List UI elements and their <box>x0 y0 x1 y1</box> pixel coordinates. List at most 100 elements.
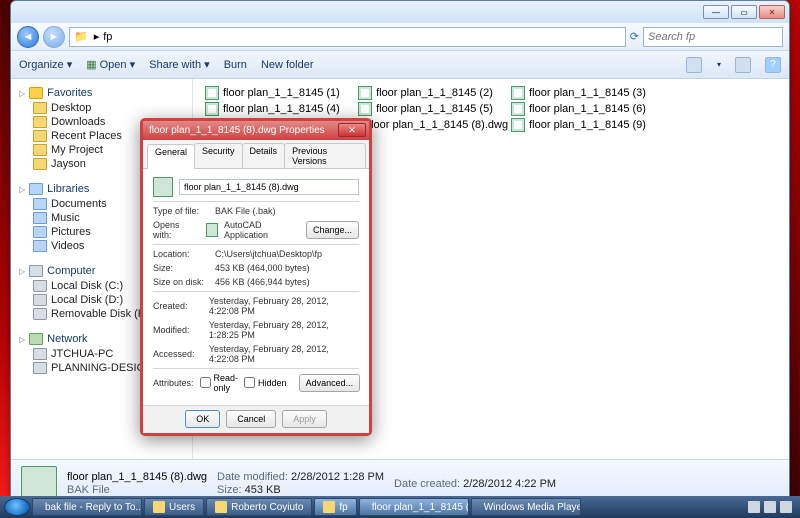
cancel-button[interactable]: Cancel <box>226 410 276 428</box>
burn-button[interactable]: Burn <box>224 59 247 71</box>
tab-details[interactable]: Details <box>242 143 286 168</box>
prop-label: Size: <box>153 263 209 273</box>
file-preview-icon <box>21 466 57 499</box>
app-icon <box>206 223 218 237</box>
file-icon <box>511 118 525 132</box>
refresh-icon[interactable]: ⟳ <box>630 30 639 43</box>
dialog-body: Type of file: BAK File (.bak) Opens with:… <box>143 169 369 405</box>
search-input[interactable] <box>643 27 783 47</box>
system-tray <box>748 501 796 513</box>
star-icon <box>29 87 43 99</box>
prop-value: AutoCAD Application <box>224 220 294 240</box>
file-item[interactable]: floor plan_1_1_8145 (8).dwg <box>358 117 508 133</box>
taskbar-item[interactable]: fp <box>314 498 356 516</box>
organize-menu[interactable]: Organize ▾ <box>19 58 72 71</box>
volume-icon[interactable] <box>780 501 792 513</box>
tab-general[interactable]: General <box>147 144 195 169</box>
prop-value: 453 KB (464,000 bytes) <box>215 263 310 273</box>
file-item[interactable]: floor plan_1_1_8145 (5) <box>358 101 508 117</box>
tray-icon[interactable] <box>748 501 760 513</box>
file-icon <box>205 102 219 116</box>
prop-label: Created: <box>153 301 203 311</box>
readonly-checkbox[interactable]: Read-only <box>200 373 239 393</box>
help-icon[interactable]: ? <box>765 57 781 73</box>
minimize-button[interactable]: — <box>703 5 729 19</box>
forward-button[interactable]: ► <box>43 26 65 48</box>
prop-value: Yesterday, February 28, 2012, 4:22:08 PM <box>209 344 359 364</box>
drive-icon <box>33 280 47 292</box>
taskbar-item[interactable]: Roberto Coyiuto <box>206 498 312 516</box>
new-folder-button[interactable]: New folder <box>261 59 314 71</box>
apply-button[interactable]: Apply <box>282 410 327 428</box>
details-value: 453 KB <box>245 484 281 496</box>
close-button[interactable]: ✕ <box>759 5 785 19</box>
taskbar-item[interactable]: Users <box>144 498 204 516</box>
folder-icon <box>153 501 165 513</box>
hidden-checkbox[interactable]: Hidden <box>244 377 287 388</box>
folder-icon <box>33 130 47 142</box>
back-button[interactable]: ◄ <box>17 26 39 48</box>
file-item[interactable]: floor plan_1_1_8145 (4) <box>205 101 355 117</box>
share-menu[interactable]: Share with ▾ <box>149 58 210 71</box>
nav-bar: ◄ ► 📁 ▸ fp ⟳ <box>11 23 789 51</box>
view-options-icon[interactable] <box>686 57 702 73</box>
drive-icon <box>33 308 47 320</box>
taskbar-item[interactable]: floor plan_1_1_8145 (... <box>359 498 469 516</box>
dialog-titlebar[interactable]: floor plan_1_1_8145 (8).dwg Properties ✕ <box>143 121 369 140</box>
folder-icon <box>215 501 227 513</box>
prop-label: Accessed: <box>153 349 203 359</box>
advanced-button[interactable]: Advanced... <box>299 374 361 392</box>
details-pane: floor plan_1_1_8145 (8).dwg BAK File Dat… <box>11 459 789 498</box>
ok-button[interactable]: OK <box>185 410 220 428</box>
favorites-header[interactable]: Favorites <box>15 85 188 101</box>
prop-value: 456 KB (466,944 bytes) <box>215 277 310 287</box>
window-titlebar: — ▭ ✕ <box>11 1 789 23</box>
sidebar-item-desktop[interactable]: Desktop <box>15 101 188 115</box>
prop-label: Size on disk: <box>153 277 209 287</box>
library-icon <box>33 226 47 238</box>
change-button[interactable]: Change... <box>306 221 359 239</box>
prop-label: Type of file: <box>153 206 209 216</box>
tab-security[interactable]: Security <box>194 143 243 168</box>
breadcrumb-segment[interactable]: fp <box>103 31 112 43</box>
dialog-close-button[interactable]: ✕ <box>338 123 366 137</box>
drive-icon <box>33 294 47 306</box>
open-menu[interactable]: ▦ Open ▾ <box>86 58 135 71</box>
view-dropdown-icon[interactable]: ▾ <box>717 60 721 69</box>
details-label: Date modified: <box>217 471 288 483</box>
maximize-button[interactable]: ▭ <box>731 5 757 19</box>
prop-value: Yesterday, February 28, 2012, 4:22:08 PM <box>209 296 359 316</box>
tab-previous-versions[interactable]: Previous Versions <box>284 143 366 168</box>
dialog-title: floor plan_1_1_8145 (8).dwg Properties <box>149 125 325 136</box>
file-item[interactable]: floor plan_1_1_8145 (9) <box>511 117 661 133</box>
preview-pane-icon[interactable] <box>735 57 751 73</box>
tray-icon[interactable] <box>764 501 776 513</box>
explorer-window: — ▭ ✕ ◄ ► 📁 ▸ fp ⟳ Organize ▾ ▦ Open ▾ S… <box>10 0 790 498</box>
computer-icon <box>33 348 47 360</box>
computer-icon <box>33 362 47 374</box>
folder-icon <box>33 102 47 114</box>
taskbar: bak file - Reply to To... Users Roberto … <box>0 496 800 518</box>
prop-label: Modified: <box>153 325 203 335</box>
file-icon <box>358 102 372 116</box>
prop-label: Opens with: <box>153 220 200 240</box>
prop-value: BAK File (.bak) <box>215 206 276 216</box>
prop-label: Location: <box>153 249 209 259</box>
file-item[interactable]: floor plan_1_1_8145 (1) <box>205 85 355 101</box>
file-type-icon <box>153 177 173 197</box>
file-item[interactable]: floor plan_1_1_8145 (3) <box>511 85 661 101</box>
file-item[interactable]: floor plan_1_1_8145 (2) <box>358 85 508 101</box>
breadcrumb[interactable]: 📁 ▸ fp <box>69 27 626 47</box>
start-button[interactable] <box>4 498 30 516</box>
taskbar-item[interactable]: bak file - Reply to To... <box>32 498 142 516</box>
dialog-footer: OK Cancel Apply <box>143 405 369 433</box>
computer-icon <box>29 265 43 277</box>
folder-icon <box>33 116 47 128</box>
filename-input[interactable] <box>179 179 359 195</box>
folder-icon: 📁 <box>74 30 88 43</box>
file-item[interactable]: floor plan_1_1_8145 (6) <box>511 101 661 117</box>
library-icon <box>33 212 47 224</box>
prop-value: C:\Users\jtchua\Desktop\fp <box>215 249 322 259</box>
taskbar-item[interactable]: Windows Media Player <box>471 498 581 516</box>
details-value: 2/28/2012 4:22 PM <box>463 478 556 490</box>
